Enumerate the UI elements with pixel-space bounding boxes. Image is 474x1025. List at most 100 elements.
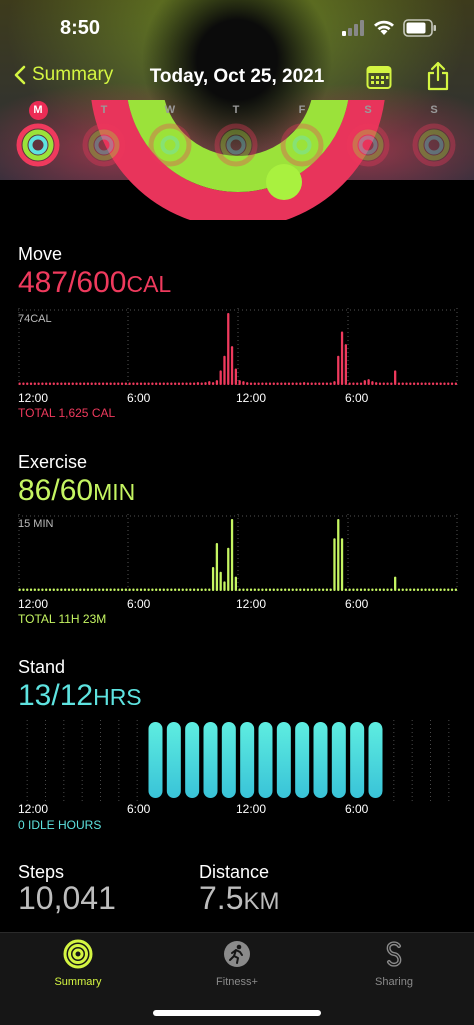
exercise-bar bbox=[208, 588, 211, 591]
day-4[interactable]: F bbox=[280, 100, 324, 167]
move-bar bbox=[314, 382, 317, 385]
exercise-bar bbox=[265, 588, 268, 591]
move-bar bbox=[90, 382, 93, 385]
move-bar bbox=[196, 382, 200, 385]
move-bar bbox=[101, 382, 105, 385]
day-2[interactable]: W bbox=[148, 100, 192, 167]
tab-sharing-label: Sharing bbox=[375, 976, 413, 988]
exercise-bar bbox=[268, 588, 272, 591]
move-bar bbox=[306, 382, 310, 385]
cellular-signal-icon bbox=[342, 20, 364, 36]
exercise-bar bbox=[375, 588, 378, 591]
day-1[interactable]: T bbox=[82, 100, 126, 167]
move-bar bbox=[234, 368, 237, 385]
exercise-bar bbox=[79, 588, 82, 591]
day-6[interactable]: S bbox=[412, 100, 456, 167]
move-bar bbox=[136, 382, 139, 385]
day-5[interactable]: S bbox=[346, 100, 390, 167]
exercise-bar bbox=[90, 588, 93, 591]
exercise-bar bbox=[162, 588, 165, 591]
exercise-bar bbox=[71, 588, 74, 591]
tab-summary[interactable]: Summary bbox=[18, 939, 138, 988]
exercise-bar bbox=[101, 588, 105, 591]
move-bar bbox=[325, 382, 329, 385]
day-3[interactable]: T bbox=[214, 100, 258, 167]
exercise-bar bbox=[337, 519, 340, 591]
move-bar bbox=[450, 382, 454, 385]
move-bar bbox=[284, 382, 287, 385]
move-bar bbox=[151, 382, 154, 385]
move-bar bbox=[409, 382, 412, 385]
move-bar bbox=[318, 382, 321, 385]
exercise-bar bbox=[105, 588, 109, 591]
move-bar bbox=[329, 382, 332, 385]
stand-axis-0: 12:00 bbox=[18, 802, 49, 816]
move-bar bbox=[321, 382, 325, 385]
move-bar bbox=[302, 382, 306, 385]
move-bar bbox=[439, 382, 442, 385]
exercise-bar bbox=[428, 588, 431, 591]
exercise-bar bbox=[166, 588, 169, 591]
move-bar bbox=[363, 380, 366, 385]
move-bar bbox=[227, 313, 230, 385]
exercise-bar bbox=[352, 588, 355, 591]
exercise-value-unit: MIN bbox=[93, 479, 136, 505]
move-label: Move bbox=[18, 244, 63, 264]
exercise-bar bbox=[431, 588, 435, 591]
calendar-icon[interactable] bbox=[366, 64, 392, 90]
exercise-axis-2: 12:00 bbox=[236, 597, 267, 611]
week-selector: MTWTFSS bbox=[0, 100, 474, 175]
day-ring-icon bbox=[346, 123, 390, 167]
move-bar bbox=[71, 382, 74, 385]
day-0[interactable]: M bbox=[16, 100, 60, 167]
move-bar bbox=[56, 382, 59, 385]
move-bar bbox=[386, 382, 389, 385]
stand-bar bbox=[185, 722, 200, 798]
exercise-bar bbox=[45, 588, 48, 591]
exercise-bar bbox=[124, 588, 127, 591]
move-bar bbox=[37, 382, 40, 385]
exercise-bar bbox=[416, 588, 420, 591]
move-bar bbox=[265, 382, 268, 385]
move-bar bbox=[424, 382, 427, 385]
stand-value-unit: HRS bbox=[93, 684, 142, 710]
exercise-bar bbox=[41, 588, 44, 591]
move-bar bbox=[166, 382, 169, 385]
day-letter-text: S bbox=[430, 104, 438, 116]
status-bar: 8:50 bbox=[0, 0, 474, 56]
exercise-bar bbox=[113, 588, 116, 591]
exercise-bar bbox=[177, 588, 181, 591]
stand-axis-3: 6:00 bbox=[345, 802, 369, 816]
exercise-bar bbox=[401, 588, 404, 591]
exercise-bar bbox=[348, 588, 351, 591]
exercise-bar bbox=[291, 588, 294, 591]
move-max-label: 74CAL bbox=[18, 313, 52, 325]
move-bar bbox=[447, 382, 450, 385]
exercise-bar bbox=[143, 588, 146, 591]
move-bar bbox=[299, 382, 302, 385]
sharing-icon bbox=[386, 941, 402, 967]
exercise-bar bbox=[310, 588, 313, 591]
tab-fitness-plus[interactable]: Fitness+ bbox=[177, 939, 297, 988]
exercise-bar bbox=[223, 581, 226, 591]
exercise-bar bbox=[170, 588, 173, 591]
move-bar bbox=[310, 382, 313, 385]
move-bar bbox=[405, 382, 408, 385]
move-bar bbox=[246, 382, 249, 385]
exercise-bar bbox=[75, 588, 78, 591]
move-bar bbox=[82, 382, 86, 385]
move-bar bbox=[344, 344, 347, 385]
move-bar bbox=[435, 382, 439, 385]
move-bar bbox=[443, 382, 446, 385]
exercise-bar bbox=[155, 588, 158, 591]
tab-sharing[interactable]: Sharing bbox=[334, 939, 454, 988]
exercise-bar bbox=[306, 588, 310, 591]
exercise-bar bbox=[344, 588, 347, 591]
share-icon[interactable] bbox=[426, 61, 450, 91]
move-bar bbox=[155, 382, 158, 385]
move-bar bbox=[139, 382, 143, 385]
day-letter: S bbox=[346, 100, 390, 120]
move-bar bbox=[348, 382, 351, 385]
move-bar bbox=[356, 382, 359, 385]
exercise-bar bbox=[447, 588, 450, 591]
